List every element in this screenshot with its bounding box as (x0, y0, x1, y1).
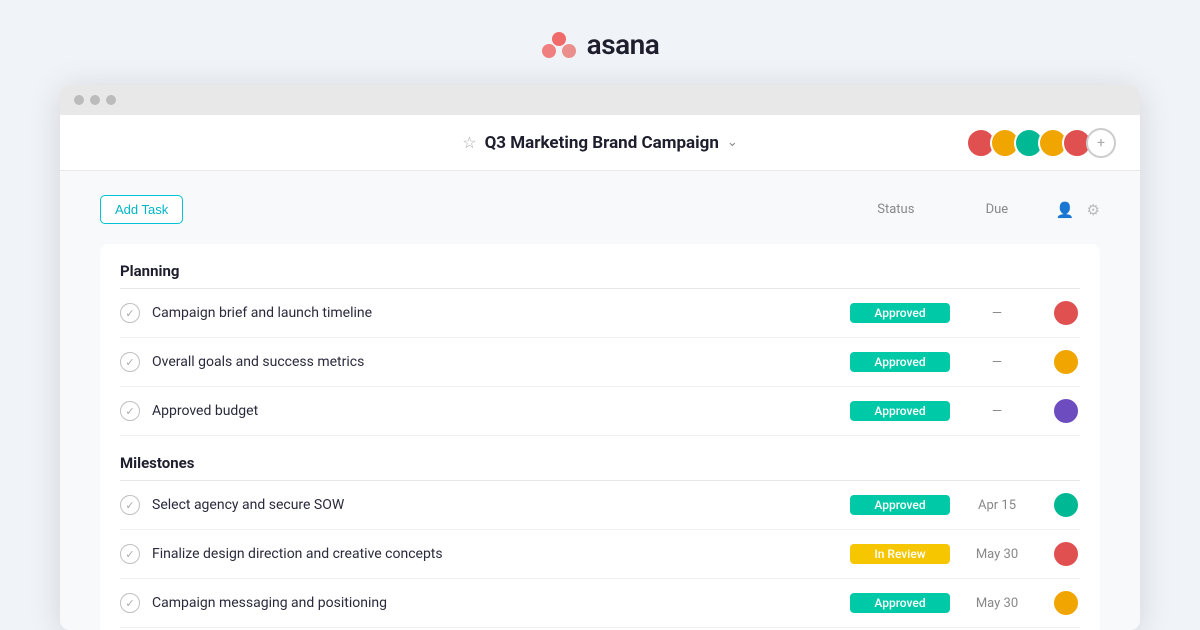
project-header: ☆ Q3 Marketing Brand Campaign ⌄ + (60, 115, 1140, 171)
due-column-header: Due (962, 202, 1032, 217)
task-check-5[interactable]: ✓ (120, 544, 140, 564)
task-name-4: Select agency and secure SOW (152, 497, 838, 513)
status-badge-4: Approved (850, 495, 950, 515)
task-toolbar: Add Task Status Due 👤 ⚙ (100, 195, 1100, 224)
task-name-1: Campaign brief and launch timeline (152, 305, 838, 321)
task-check-4[interactable]: ✓ (120, 495, 140, 515)
settings-icon[interactable]: ⚙ (1087, 201, 1100, 219)
due-date-5: May 30 (962, 547, 1032, 562)
task-check-3[interactable]: ✓ (120, 401, 140, 421)
task-name-6: Campaign messaging and positioning (152, 595, 838, 611)
add-task-button[interactable]: Add Task (100, 195, 183, 224)
browser-window: ☆ Q3 Marketing Brand Campaign ⌄ + Add Ta… (60, 85, 1140, 630)
assignee-avatar-3[interactable] (1052, 397, 1080, 425)
status-badge-2: Approved (850, 352, 950, 372)
status-badge-6: Approved (850, 593, 950, 613)
table-row[interactable]: ✓ Campaign messaging and positioning App… (120, 579, 1080, 628)
section-planning: Planning (120, 244, 1080, 289)
due-date-6: May 30 (962, 596, 1032, 611)
due-date-2: — (962, 355, 1032, 370)
collaborator-avatars: + (972, 128, 1116, 158)
status-badge-3: Approved (850, 401, 950, 421)
task-name-3: Approved budget (152, 403, 838, 419)
asana-logo: asana (541, 28, 660, 61)
assignee-avatar-5[interactable] (1052, 540, 1080, 568)
table-row[interactable]: ✓ Campaign brief and launch timeline App… (120, 289, 1080, 338)
due-date-1: — (962, 306, 1032, 321)
browser-dot-yellow (90, 95, 100, 105)
project-dropdown-icon[interactable]: ⌄ (727, 135, 738, 150)
browser-dot-red (74, 95, 84, 105)
assignee-avatar-2[interactable] (1052, 348, 1080, 376)
asana-header: asana (0, 0, 1200, 85)
browser-chrome (60, 85, 1140, 115)
assignee-avatar-1[interactable] (1052, 299, 1080, 327)
asana-logo-text: asana (587, 28, 660, 61)
table-row[interactable]: ✓ Approved budget Approved — (120, 387, 1080, 436)
favorite-icon[interactable]: ☆ (462, 133, 476, 152)
assignee-icon[interactable]: 👤 (1056, 201, 1075, 219)
task-list: Planning ✓ Campaign brief and launch tim… (100, 244, 1100, 630)
main-content: Add Task Status Due 👤 ⚙ Planning ✓ Campa… (60, 171, 1140, 630)
section-milestones: Milestones (120, 436, 1080, 481)
due-date-4: Apr 15 (962, 498, 1032, 513)
assignee-avatar-6[interactable] (1052, 589, 1080, 617)
header-center-container: ☆ Q3 Marketing Brand Campaign ⌄ + (84, 128, 1116, 158)
asana-logo-icon (541, 31, 577, 59)
task-name-2: Overall goals and success metrics (152, 354, 838, 370)
status-badge-5: In Review (850, 544, 950, 564)
toolbar-icons: 👤 ⚙ (1056, 201, 1100, 219)
add-collaborator-button[interactable]: + (1086, 128, 1116, 158)
table-row[interactable]: ✓ Finalize design direction and creative… (120, 530, 1080, 579)
due-date-3: — (962, 404, 1032, 419)
browser-dot-green (106, 95, 116, 105)
table-row[interactable]: ✓ Overall goals and success metrics Appr… (120, 338, 1080, 387)
table-row[interactable]: ✓ Select agency and secure SOW Approved … (120, 481, 1080, 530)
header-title-group: ☆ Q3 Marketing Brand Campaign ⌄ (462, 133, 738, 153)
assignee-avatar-4[interactable] (1052, 491, 1080, 519)
task-name-5: Finalize design direction and creative c… (152, 546, 838, 562)
task-check-6[interactable]: ✓ (120, 593, 140, 613)
status-column-header: Status (846, 202, 946, 217)
task-check-1[interactable]: ✓ (120, 303, 140, 323)
project-title: Q3 Marketing Brand Campaign (485, 133, 719, 153)
task-check-2[interactable]: ✓ (120, 352, 140, 372)
status-badge-1: Approved (850, 303, 950, 323)
